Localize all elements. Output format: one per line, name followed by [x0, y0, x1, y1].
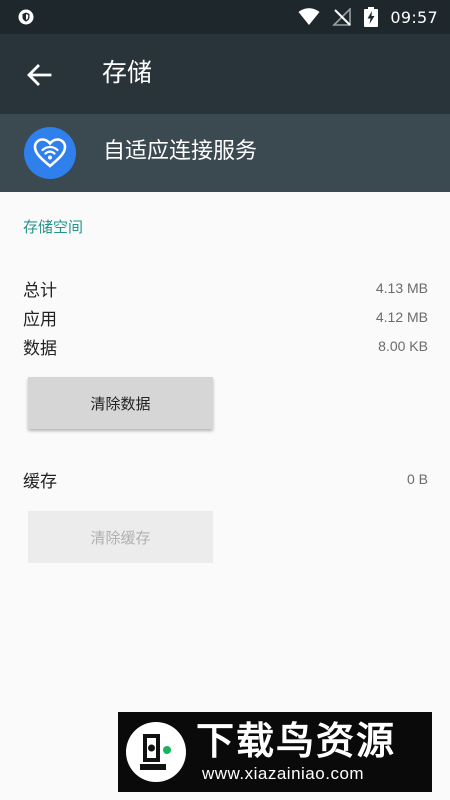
bird-logo-icon: [126, 722, 186, 782]
no-signal-icon: [332, 8, 352, 26]
storage-row-app: 应用 4.12 MB: [23, 303, 428, 331]
storage-row-total: 总计 4.13 MB: [23, 274, 428, 302]
cache-row: 缓存 0 B: [23, 465, 428, 493]
app-header: 自适应连接服务: [0, 114, 450, 192]
storage-value: 8.00 KB: [378, 338, 428, 354]
battery-charging-icon: [364, 7, 379, 27]
storage-section-title: 存储空间: [23, 218, 84, 236]
status-bar: 09:57: [0, 0, 450, 34]
heart-wifi-icon: [33, 138, 67, 168]
app-bar: 存储: [0, 34, 450, 114]
watermark-url: www.xiazainiao.com: [202, 764, 365, 783]
clear-data-button[interactable]: 清除数据: [28, 377, 213, 429]
storage-label: 数据: [23, 338, 57, 359]
clear-cache-button: 清除缓存: [28, 511, 213, 563]
page-title: 存储: [102, 58, 153, 87]
storage-label: 总计: [23, 280, 57, 301]
cache-value: 0 B: [406, 471, 428, 487]
cache-label: 缓存: [23, 471, 57, 492]
app-icon: [24, 127, 76, 179]
back-arrow-icon[interactable]: [26, 61, 54, 89]
storage-value: 4.13 MB: [375, 280, 428, 296]
storage-row-data: 数据 8.00 KB: [23, 332, 428, 360]
status-time: 09:57: [390, 7, 438, 27]
storage-value: 4.12 MB: [375, 309, 428, 325]
watermark: 下载鸟资源 www.xiazainiao.com: [118, 712, 432, 792]
storage-label: 应用: [23, 309, 57, 330]
app-name: 自适应连接服务: [103, 139, 258, 164]
watermark-title: 下载鸟资源: [196, 719, 397, 763]
wifi-icon: [298, 8, 320, 25]
shield-icon: [18, 9, 34, 25]
